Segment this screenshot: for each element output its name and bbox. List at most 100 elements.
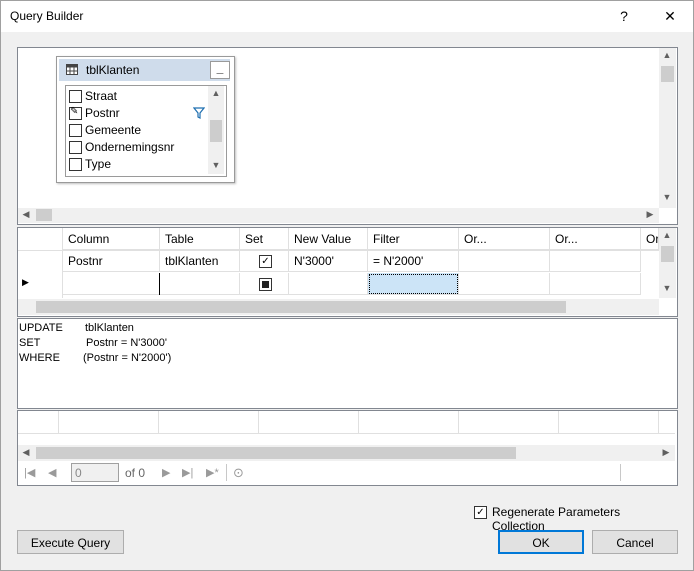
column-list-item[interactable]: ✎ Postnr <box>67 105 207 121</box>
table-box[interactable]: tblKlanten _ ▲ ▼ Straat ✎ Postnr Gemeente On… <box>56 56 235 183</box>
column-list-scrollbar[interactable]: ▲ ▼ <box>208 86 224 174</box>
cancel-record-icon[interactable]: ⊙ <box>233 465 244 481</box>
sql-keyword-update: UPDATE <box>19 322 63 334</box>
scroll-up-icon[interactable]: ▲ <box>208 88 224 98</box>
title-bar: Query Builder ? ✕ <box>1 1 693 32</box>
results-divider <box>658 411 659 433</box>
column-checkbox[interactable]: ✎ <box>69 106 82 120</box>
grid-cell-new-value[interactable]: N'3000' <box>289 250 368 272</box>
scroll-thumb[interactable] <box>36 447 516 459</box>
column-checkbox[interactable] <box>69 141 82 154</box>
scroll-thumb[interactable] <box>36 301 566 313</box>
grid-cell-column[interactable] <box>63 273 160 295</box>
column-name: Straat <box>85 89 118 103</box>
record-count: of 0 <box>125 466 146 480</box>
sql-keyword-set: SET <box>19 337 41 349</box>
column-list-item[interactable]: Gemeente <box>67 122 207 138</box>
last-record-icon[interactable]: ▶| <box>182 466 193 479</box>
scroll-thumb[interactable] <box>661 66 674 82</box>
sql-keyword-where: WHERE <box>19 352 60 364</box>
grid-column-header[interactable]: Set <box>240 228 289 250</box>
set-checkbox[interactable] <box>259 278 272 291</box>
grid-cell-or[interactable] <box>459 273 550 295</box>
grid-cell-or[interactable] <box>550 250 641 272</box>
results-divider <box>58 411 59 433</box>
vertical-grid-scrollbar[interactable]: ▲ ▼ <box>659 228 676 298</box>
scroll-down-icon[interactable]: ▼ <box>659 192 675 202</box>
grid-cell-set[interactable] <box>240 273 289 295</box>
column-divider <box>159 273 160 295</box>
regenerate-parameters-checkbox[interactable]: ✓ Regenerate Parameters Collection <box>474 505 674 533</box>
scroll-thumb[interactable] <box>36 209 52 221</box>
grid-cell-or[interactable] <box>459 250 550 272</box>
previous-record-icon[interactable]: ◀ <box>48 466 56 479</box>
scroll-down-icon[interactable]: ▼ <box>659 283 675 293</box>
column-name: Gemeente <box>85 123 142 137</box>
column-checkbox[interactable] <box>69 124 82 137</box>
column-checkbox[interactable] <box>69 90 82 103</box>
grid-cell-filter[interactable]: = N'2000' <box>368 250 459 272</box>
table-box-header[interactable]: tblKlanten _ <box>59 59 230 81</box>
position-input[interactable]: 0 <box>71 463 119 482</box>
help-button[interactable]: ? <box>601 1 647 32</box>
record-navigator: |◀ ◀ 0 of 0 ▶ ▶| ▶* ⊙ <box>18 462 675 484</box>
results-divider <box>258 411 259 433</box>
filter-icon <box>192 107 206 122</box>
grid-column-header[interactable]: Or... <box>459 228 550 250</box>
navigator-separator <box>620 464 621 481</box>
scroll-left-icon[interactable]: ◀ <box>18 447 34 458</box>
new-record-icon[interactable]: ▶* <box>206 466 219 479</box>
scroll-up-icon[interactable]: ▲ <box>659 50 675 60</box>
results-divider <box>558 411 559 433</box>
results-divider <box>158 411 159 433</box>
table-icon <box>66 64 78 75</box>
grid-cell-set[interactable]: ✓ <box>240 250 289 272</box>
scroll-thumb[interactable] <box>210 120 222 142</box>
execute-query-button[interactable]: Execute Query <box>17 530 124 554</box>
grid-cell-table[interactable]: tblKlanten <box>160 250 240 272</box>
column-list-item[interactable]: Straat <box>67 88 207 104</box>
grid-column-header[interactable]: Or... <box>550 228 641 250</box>
grid-cell-or[interactable] <box>550 273 641 295</box>
horizontal-grid-scrollbar[interactable] <box>18 299 659 315</box>
scroll-up-icon[interactable]: ▲ <box>659 230 675 240</box>
column-list-item[interactable]: Type <box>67 156 207 172</box>
results-pane: ◀ ▶ |◀ ◀ 0 of 0 ▶ ▶| ▶* ⊙ <box>17 410 678 486</box>
diagram-horizontal-scrollbar[interactable]: ◀ ▶ <box>18 208 659 223</box>
scroll-thumb[interactable] <box>661 246 674 262</box>
column-name: Ondernemingsnr <box>85 140 175 154</box>
scroll-down-icon[interactable]: ▼ <box>208 160 224 170</box>
results-divider <box>358 411 359 433</box>
first-record-icon[interactable]: |◀ <box>24 466 35 479</box>
close-button[interactable]: ✕ <box>647 1 693 32</box>
query-builder-dialog: Query Builder ? ✕ ▲ ▼ ◀ ▶ tblKlanten _ ▲… <box>0 0 694 571</box>
new-row-indicator-icon: ▶ <box>22 277 29 287</box>
results-horizontal-scrollbar[interactable]: ◀ ▶ <box>18 445 675 461</box>
grid-cell-column[interactable]: Postnr <box>63 250 160 272</box>
checkbox[interactable]: ✓ <box>474 506 487 519</box>
grid-column-header[interactable]: New Value <box>289 228 368 250</box>
column-list-item[interactable]: Ondernemingsnr <box>67 139 207 155</box>
diagram-vertical-scrollbar[interactable]: ▲ ▼ <box>659 48 676 208</box>
scroll-right-icon[interactable]: ▶ <box>642 209 658 220</box>
cancel-button[interactable]: Cancel <box>592 530 678 554</box>
window-title: Query Builder <box>10 9 84 23</box>
sql-where-clause: (Postnr = N'2000') <box>83 352 172 364</box>
scroll-left-icon[interactable]: ◀ <box>18 209 34 220</box>
grid-cell-table[interactable] <box>160 273 240 295</box>
column-checkbox[interactable] <box>69 158 82 171</box>
grid-column-header[interactable]: Column <box>63 228 160 250</box>
ok-button[interactable]: OK <box>498 530 584 554</box>
set-checkbox[interactable]: ✓ <box>259 255 272 268</box>
column-name: Postnr <box>85 106 120 120</box>
results-divider <box>458 411 459 433</box>
grid-cell-filter[interactable] <box>368 273 459 295</box>
minimize-button[interactable]: _ <box>210 61 230 79</box>
scroll-right-icon[interactable]: ▶ <box>658 447 674 458</box>
grid-column-header[interactable]: Table <box>160 228 240 250</box>
grid-cell-new-value[interactable] <box>289 273 368 295</box>
next-record-icon[interactable]: ▶ <box>162 466 170 479</box>
grid-column-header[interactable]: Or... <box>641 228 659 250</box>
grid-column-header[interactable]: Filter <box>368 228 459 250</box>
navigator-separator <box>226 464 227 481</box>
